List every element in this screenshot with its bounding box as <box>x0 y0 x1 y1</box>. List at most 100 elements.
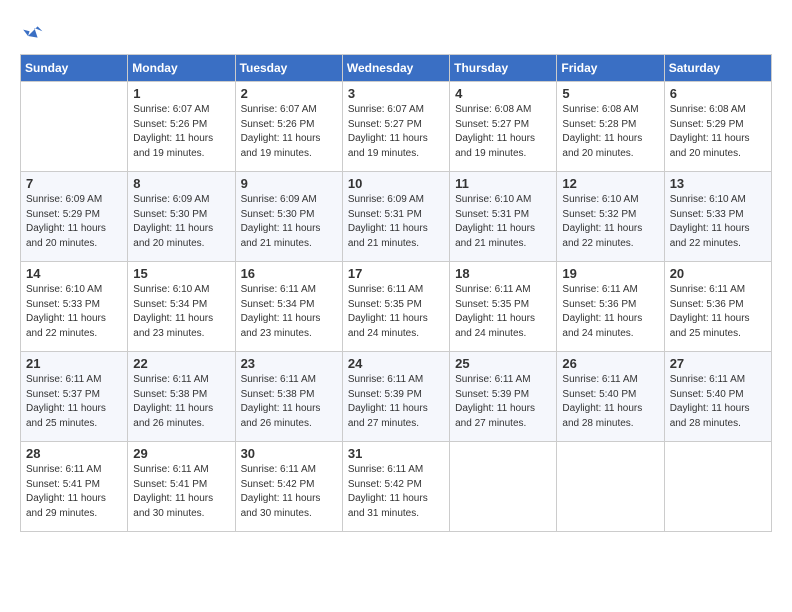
day-info: Sunrise: 6:10 AM Sunset: 5:34 PM Dayligh… <box>133 283 229 341</box>
daylight-text: Daylight: 11 hours and 19 minutes. <box>348 133 428 159</box>
calendar-day-cell: 18 Sunrise: 6:11 AM Sunset: 5:35 PM Dayl… <box>450 262 557 352</box>
sunset-text: Sunset: 5:26 PM <box>241 119 315 130</box>
sunset-text: Sunset: 5:38 PM <box>241 389 315 400</box>
day-info: Sunrise: 6:11 AM Sunset: 5:39 PM Dayligh… <box>455 373 551 431</box>
calendar-week-row: 28 Sunrise: 6:11 AM Sunset: 5:41 PM Dayl… <box>21 442 772 532</box>
daylight-text: Daylight: 11 hours and 25 minutes. <box>670 313 750 339</box>
daylight-text: Daylight: 11 hours and 20 minutes. <box>26 223 106 249</box>
calendar-day-cell <box>21 82 128 172</box>
calendar-day-cell: 26 Sunrise: 6:11 AM Sunset: 5:40 PM Dayl… <box>557 352 664 442</box>
day-info: Sunrise: 6:08 AM Sunset: 5:29 PM Dayligh… <box>670 103 766 161</box>
sunrise-text: Sunrise: 6:11 AM <box>348 374 423 385</box>
calendar-day-header: Sunday <box>21 55 128 82</box>
day-number: 31 <box>348 446 444 461</box>
daylight-text: Daylight: 11 hours and 28 minutes. <box>670 403 750 429</box>
daylight-text: Daylight: 11 hours and 23 minutes. <box>241 313 321 339</box>
daylight-text: Daylight: 11 hours and 26 minutes. <box>241 403 321 429</box>
day-number: 9 <box>241 176 337 191</box>
sunset-text: Sunset: 5:40 PM <box>562 389 636 400</box>
daylight-text: Daylight: 11 hours and 22 minutes. <box>562 223 642 249</box>
sunset-text: Sunset: 5:33 PM <box>670 209 744 220</box>
day-number: 18 <box>455 266 551 281</box>
day-number: 13 <box>670 176 766 191</box>
daylight-text: Daylight: 11 hours and 31 minutes. <box>348 493 428 519</box>
sunrise-text: Sunrise: 6:08 AM <box>455 104 531 115</box>
day-number: 29 <box>133 446 229 461</box>
daylight-text: Daylight: 11 hours and 30 minutes. <box>133 493 213 519</box>
calendar-day-header: Wednesday <box>342 55 449 82</box>
sunset-text: Sunset: 5:30 PM <box>241 209 315 220</box>
day-info: Sunrise: 6:11 AM Sunset: 5:38 PM Dayligh… <box>241 373 337 431</box>
sunset-text: Sunset: 5:35 PM <box>348 299 422 310</box>
calendar-week-row: 7 Sunrise: 6:09 AM Sunset: 5:29 PM Dayli… <box>21 172 772 262</box>
sunrise-text: Sunrise: 6:11 AM <box>241 464 316 475</box>
calendar-day-cell: 11 Sunrise: 6:10 AM Sunset: 5:31 PM Dayl… <box>450 172 557 262</box>
daylight-text: Daylight: 11 hours and 22 minutes. <box>670 223 750 249</box>
sunrise-text: Sunrise: 6:11 AM <box>562 374 637 385</box>
day-info: Sunrise: 6:09 AM Sunset: 5:29 PM Dayligh… <box>26 193 122 251</box>
calendar-day-cell: 22 Sunrise: 6:11 AM Sunset: 5:38 PM Dayl… <box>128 352 235 442</box>
day-number: 30 <box>241 446 337 461</box>
day-number: 27 <box>670 356 766 371</box>
sunset-text: Sunset: 5:42 PM <box>348 479 422 490</box>
sunset-text: Sunset: 5:35 PM <box>455 299 529 310</box>
calendar-day-cell: 14 Sunrise: 6:10 AM Sunset: 5:33 PM Dayl… <box>21 262 128 352</box>
calendar-week-row: 1 Sunrise: 6:07 AM Sunset: 5:26 PM Dayli… <box>21 82 772 172</box>
sunset-text: Sunset: 5:34 PM <box>133 299 207 310</box>
day-number: 7 <box>26 176 122 191</box>
sunset-text: Sunset: 5:36 PM <box>670 299 744 310</box>
sunset-text: Sunset: 5:31 PM <box>455 209 529 220</box>
sunrise-text: Sunrise: 6:08 AM <box>562 104 638 115</box>
calendar-day-cell: 31 Sunrise: 6:11 AM Sunset: 5:42 PM Dayl… <box>342 442 449 532</box>
calendar-day-cell: 2 Sunrise: 6:07 AM Sunset: 5:26 PM Dayli… <box>235 82 342 172</box>
sunset-text: Sunset: 5:27 PM <box>348 119 422 130</box>
calendar-day-cell: 10 Sunrise: 6:09 AM Sunset: 5:31 PM Dayl… <box>342 172 449 262</box>
daylight-text: Daylight: 11 hours and 21 minutes. <box>241 223 321 249</box>
day-info: Sunrise: 6:11 AM Sunset: 5:34 PM Dayligh… <box>241 283 337 341</box>
day-info: Sunrise: 6:10 AM Sunset: 5:31 PM Dayligh… <box>455 193 551 251</box>
day-info: Sunrise: 6:11 AM Sunset: 5:35 PM Dayligh… <box>348 283 444 341</box>
day-number: 11 <box>455 176 551 191</box>
day-info: Sunrise: 6:11 AM Sunset: 5:36 PM Dayligh… <box>562 283 658 341</box>
sunrise-text: Sunrise: 6:11 AM <box>241 374 316 385</box>
daylight-text: Daylight: 11 hours and 27 minutes. <box>348 403 428 429</box>
sunset-text: Sunset: 5:32 PM <box>562 209 636 220</box>
day-number: 12 <box>562 176 658 191</box>
daylight-text: Daylight: 11 hours and 20 minutes. <box>133 223 213 249</box>
sunset-text: Sunset: 5:41 PM <box>26 479 100 490</box>
day-number: 10 <box>348 176 444 191</box>
calendar-day-header: Thursday <box>450 55 557 82</box>
calendar-day-cell: 21 Sunrise: 6:11 AM Sunset: 5:37 PM Dayl… <box>21 352 128 442</box>
calendar-day-cell: 12 Sunrise: 6:10 AM Sunset: 5:32 PM Dayl… <box>557 172 664 262</box>
sunrise-text: Sunrise: 6:11 AM <box>133 374 208 385</box>
calendar-day-cell: 17 Sunrise: 6:11 AM Sunset: 5:35 PM Dayl… <box>342 262 449 352</box>
daylight-text: Daylight: 11 hours and 30 minutes. <box>241 493 321 519</box>
sunrise-text: Sunrise: 6:10 AM <box>133 284 209 295</box>
calendar-day-cell: 1 Sunrise: 6:07 AM Sunset: 5:26 PM Dayli… <box>128 82 235 172</box>
day-info: Sunrise: 6:10 AM Sunset: 5:33 PM Dayligh… <box>670 193 766 251</box>
day-info: Sunrise: 6:11 AM Sunset: 5:39 PM Dayligh… <box>348 373 444 431</box>
day-number: 16 <box>241 266 337 281</box>
calendar-day-cell <box>557 442 664 532</box>
daylight-text: Daylight: 11 hours and 21 minutes. <box>348 223 428 249</box>
sunrise-text: Sunrise: 6:07 AM <box>241 104 317 115</box>
sunrise-text: Sunrise: 6:09 AM <box>26 194 102 205</box>
day-number: 19 <box>562 266 658 281</box>
sunrise-text: Sunrise: 6:11 AM <box>348 464 423 475</box>
calendar-day-cell: 5 Sunrise: 6:08 AM Sunset: 5:28 PM Dayli… <box>557 82 664 172</box>
calendar-header-row: SundayMondayTuesdayWednesdayThursdayFrid… <box>21 55 772 82</box>
calendar-day-cell: 23 Sunrise: 6:11 AM Sunset: 5:38 PM Dayl… <box>235 352 342 442</box>
calendar-day-cell: 20 Sunrise: 6:11 AM Sunset: 5:36 PM Dayl… <box>664 262 771 352</box>
day-info: Sunrise: 6:08 AM Sunset: 5:27 PM Dayligh… <box>455 103 551 161</box>
sunrise-text: Sunrise: 6:08 AM <box>670 104 746 115</box>
day-number: 6 <box>670 86 766 101</box>
calendar-day-cell: 16 Sunrise: 6:11 AM Sunset: 5:34 PM Dayl… <box>235 262 342 352</box>
sunrise-text: Sunrise: 6:07 AM <box>133 104 209 115</box>
calendar-day-cell: 4 Sunrise: 6:08 AM Sunset: 5:27 PM Dayli… <box>450 82 557 172</box>
sunset-text: Sunset: 5:38 PM <box>133 389 207 400</box>
calendar-table: SundayMondayTuesdayWednesdayThursdayFrid… <box>20 54 772 532</box>
daylight-text: Daylight: 11 hours and 24 minutes. <box>348 313 428 339</box>
day-info: Sunrise: 6:11 AM Sunset: 5:37 PM Dayligh… <box>26 373 122 431</box>
sunset-text: Sunset: 5:29 PM <box>26 209 100 220</box>
sunset-text: Sunset: 5:29 PM <box>670 119 744 130</box>
